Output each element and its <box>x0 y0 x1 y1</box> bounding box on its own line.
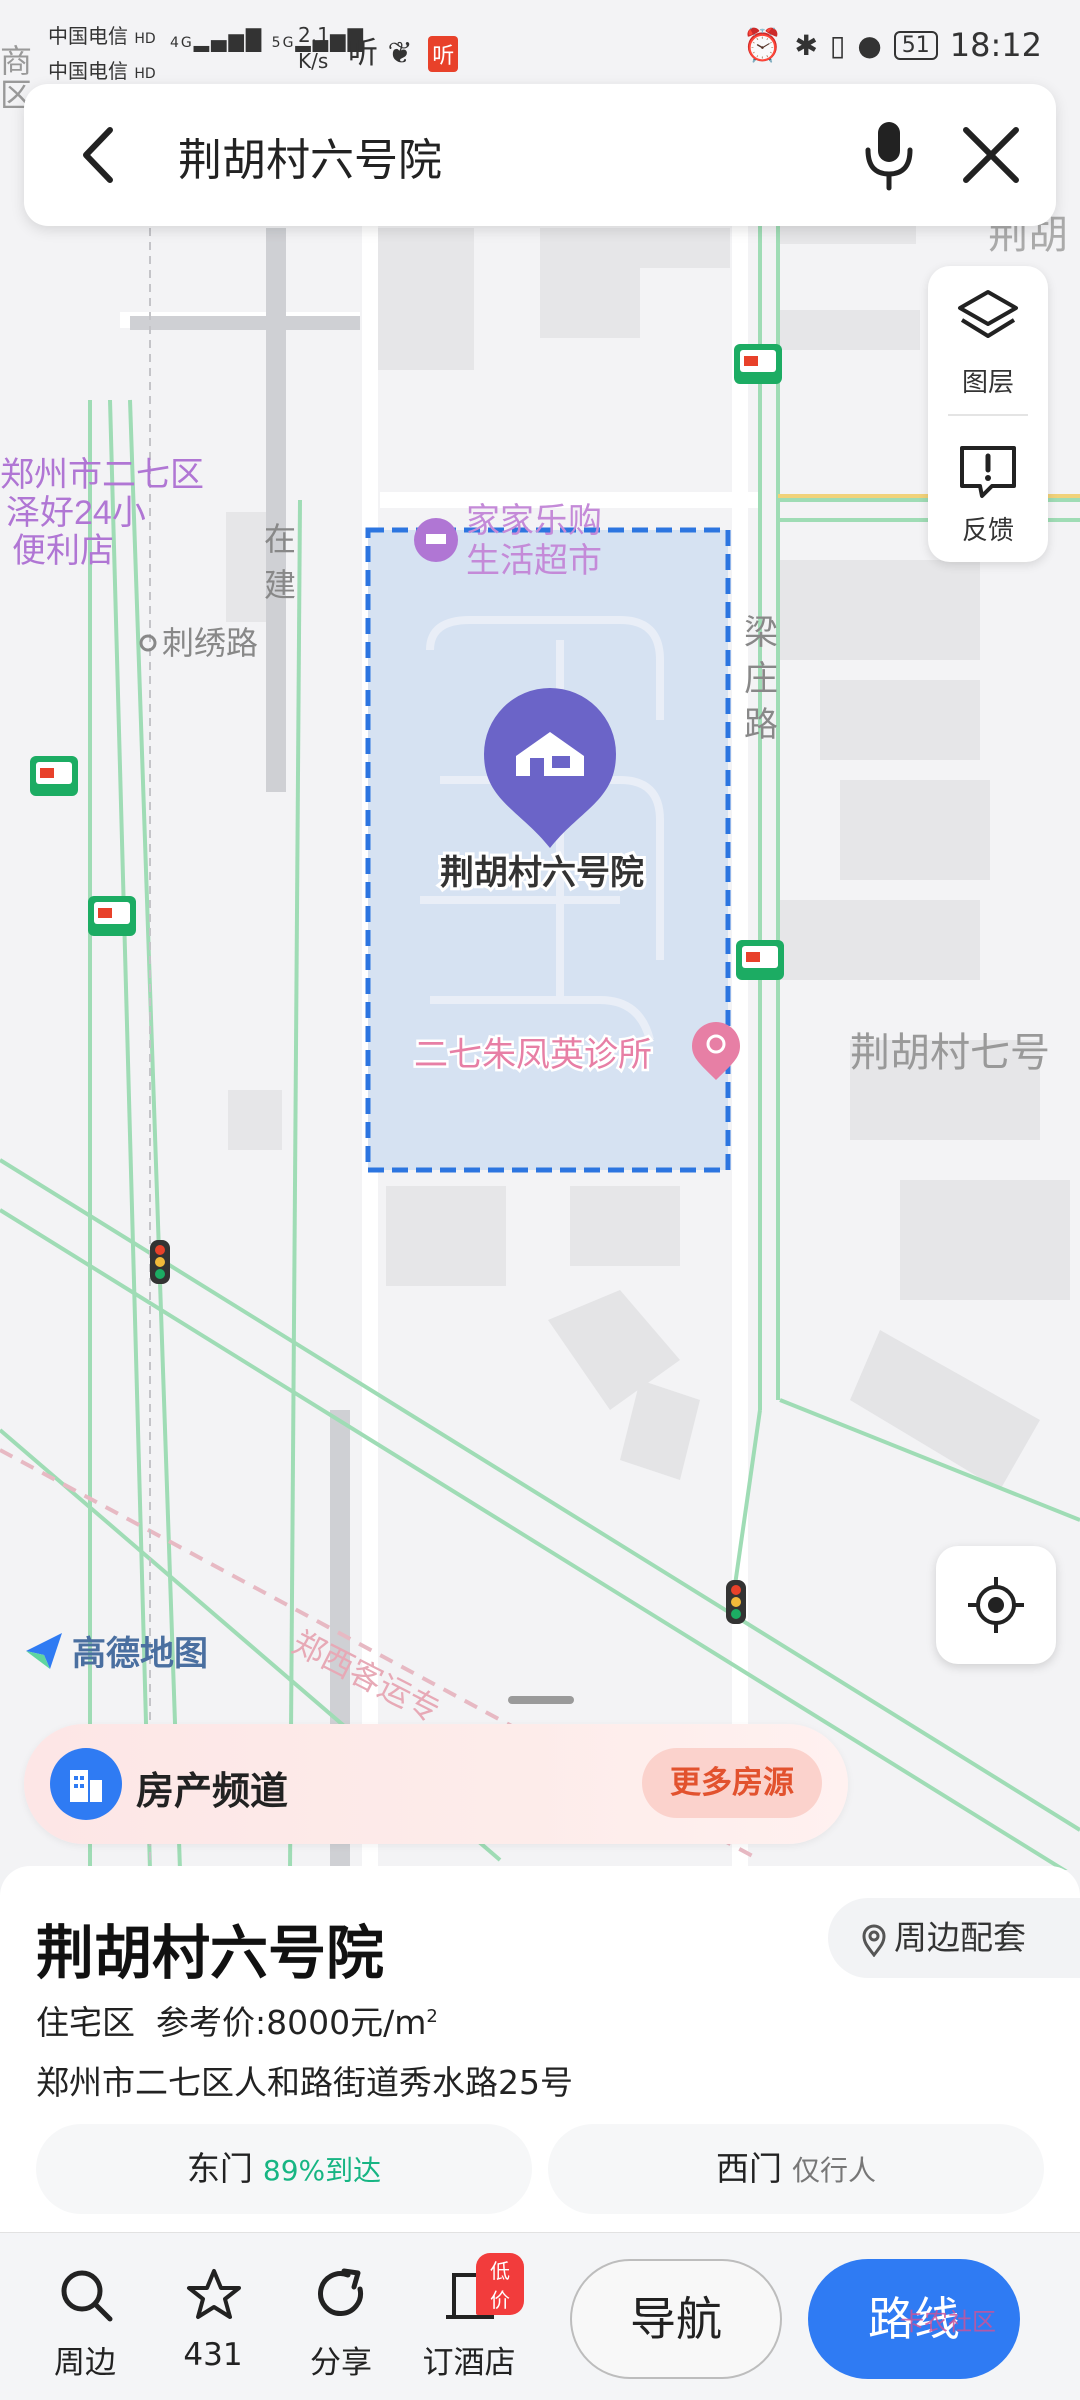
traffic-light-icon <box>726 1580 746 1624</box>
road-label: 梁 <box>744 614 778 652</box>
supermarket-icon[interactable] <box>414 518 458 562</box>
battery-icon: 51 <box>893 30 938 60</box>
share-label: 分享 <box>310 2345 372 2381</box>
west-gate-button[interactable]: 西门 仅行人 <box>548 2124 1044 2214</box>
close-icon[interactable] <box>954 118 1028 192</box>
place-address: 郑州市二七区人和路街道秀水路25号 <box>36 2063 573 2102</box>
map-label: 荆胡村七号 <box>850 1031 1050 1075</box>
location-icon: ● <box>857 28 882 62</box>
status-bar: 中国电信 HD 中国电信 HD 4G▂▄▆█ 5G▂▄▆█ 2.1 K/s 听 … <box>0 0 1080 90</box>
property-channel-title: 房产频道 <box>136 1769 289 1813</box>
price-label: 参考价: <box>155 2003 267 2042</box>
road-label: 路 <box>744 706 778 744</box>
book-hotel-label: 订酒店 <box>422 2345 516 2381</box>
layers-icon <box>958 290 1018 338</box>
vibrate-icon: ▯ <box>829 28 846 62</box>
pin-icon <box>862 1924 886 1957</box>
map-label: 建 <box>264 567 296 603</box>
navigate-button[interactable]: 导航 <box>570 2259 782 2379</box>
place-detail-sheet: 荆胡村六号院 周边配套 住宅区 参考价:8000元/m2 郑州市二七区人和路街道… <box>0 1866 1080 2236</box>
gate-name: 西门 <box>715 2149 782 2188</box>
bus-stop-icon[interactable] <box>734 344 782 384</box>
search-icon <box>61 2270 113 2322</box>
drag-handle[interactable] <box>508 1696 574 1704</box>
locate-button[interactable] <box>936 1546 1056 1664</box>
price-unit-sup: 2 <box>426 2006 438 2027</box>
bluetooth-icon: ✱ <box>794 28 818 62</box>
status-right: ⏰ ✱ ▯ ● 51 18:12 <box>743 26 1042 64</box>
feedback-button[interactable]: 反馈 <box>928 420 1048 560</box>
map-canvas[interactable]: 商 区 荆胡 郑州市二七区 泽好24小 便利店 在 建 刺绣路 家家乐购 生活超… <box>0 0 1080 1870</box>
back-arrow-icon[interactable] <box>64 120 134 190</box>
star-icon <box>187 2269 241 2319</box>
place-title: 荆胡村六号院 <box>36 1919 385 1987</box>
place-type: 住宅区 <box>36 2003 135 2042</box>
share-icon <box>318 2268 364 2317</box>
building-icon <box>50 1748 122 1820</box>
feedback-icon <box>960 446 1016 498</box>
layers-label: 图层 <box>961 368 1014 398</box>
map-label: 在 <box>264 521 296 557</box>
app-badge: 听 <box>428 36 459 72</box>
amap-logo: 高德地图 <box>22 1626 208 1675</box>
divider <box>948 414 1028 416</box>
poi-label[interactable]: 郑州市二七区 <box>0 456 204 494</box>
search-input[interactable]: 荆胡村六号院 <box>178 124 442 188</box>
map-tools: 图层 反馈 <box>928 266 1048 562</box>
property-channel-banner[interactable]: 房产频道 更多房源 <box>24 1724 848 1844</box>
microphone-icon[interactable] <box>854 118 924 192</box>
carrier-info: 中国电信 HD 中国电信 HD <box>48 24 156 83</box>
poi-label[interactable]: 二七朱凤英诊所 <box>412 1034 655 1077</box>
alarm-icon: ⏰ <box>742 26 783 64</box>
poi-label[interactable]: 家家乐购 <box>466 502 602 540</box>
bus-stop-icon[interactable] <box>736 940 784 980</box>
poi-label[interactable]: 生活超市 <box>466 542 602 580</box>
gate-note: 89%到达 <box>262 2154 382 2187</box>
poi-label[interactable]: 泽好24小 <box>6 494 146 532</box>
marker-label[interactable]: 荆胡村六号院 <box>437 850 647 895</box>
favorite-count: 431 <box>183 2337 243 2373</box>
nearby-search-label: 周边 <box>54 2345 116 2381</box>
crosshair-icon <box>968 1577 1024 1633</box>
nearby-label: 周边配套 <box>894 1918 1026 1957</box>
heart-icon: ❦ <box>387 36 413 71</box>
gate-name: 东门 <box>186 2149 253 2188</box>
place-meta: 住宅区 参考价:8000元/m2 <box>36 1996 438 2044</box>
signal-icon: 4G▂▄▆█ 5G▂▄▆█ <box>170 28 365 52</box>
amap-logo-icon <box>26 1632 62 1669</box>
road-point-icon <box>139 634 157 652</box>
nearby-facilities-button[interactable]: 周边配套 <box>828 1898 1080 1978</box>
bus-stop-icon[interactable] <box>30 756 78 796</box>
price-value: 8000元/m <box>266 2003 427 2042</box>
map-view[interactable]: 商 区 荆胡 郑州市二七区 泽好24小 便利店 在 建 刺绣路 家家乐购 生活超… <box>0 0 1080 1870</box>
network-speed: 2.1 K/s <box>298 23 330 73</box>
layers-button[interactable]: 图层 <box>928 266 1048 406</box>
search-bar[interactable]: 荆胡村六号院 <box>24 84 1056 226</box>
road-label: 刺绣路 <box>162 625 258 661</box>
amap-logo-text: 高德地图 <box>72 1634 208 1674</box>
poi-label[interactable]: 便利店 <box>12 532 114 570</box>
more-listings-button[interactable]: 更多房源 <box>642 1748 822 1818</box>
notification-icons: 听 ❦ 听 <box>348 28 459 72</box>
east-gate-button[interactable]: 东门 89%到达 <box>36 2124 532 2214</box>
gate-note: 仅行人 <box>791 2154 876 2187</box>
clock: 18:12 <box>949 26 1042 64</box>
feedback-label: 反馈 <box>961 516 1014 546</box>
low-price-badge: 低价 <box>476 2253 524 2315</box>
watermark: 卡农社区 <box>900 2308 996 2336</box>
road-label: 庄 <box>744 660 778 698</box>
bus-stop-icon[interactable] <box>88 896 136 936</box>
traffic-light-icon <box>150 1240 170 1284</box>
